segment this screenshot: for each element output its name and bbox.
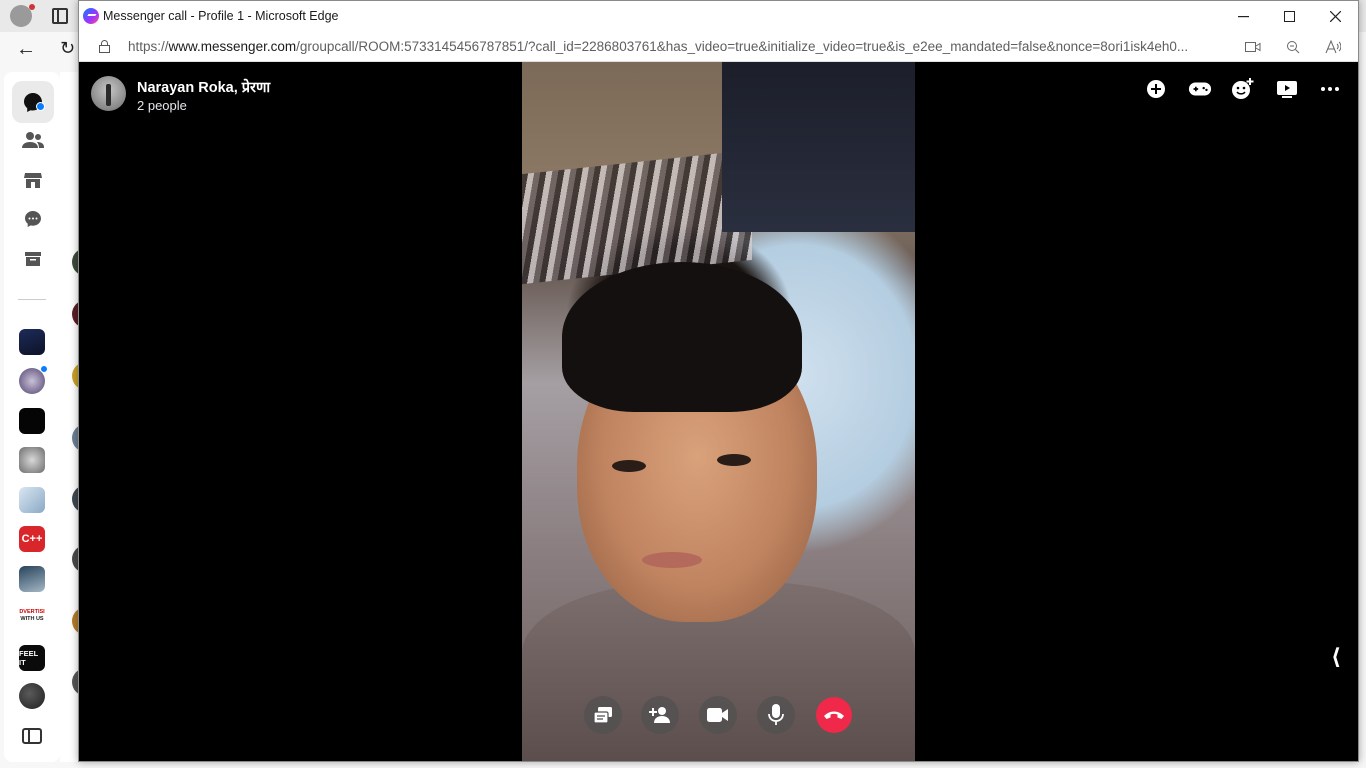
url-host: www.messenger.com	[168, 39, 297, 54]
window-title: Messenger call - Profile 1 - Microsoft E…	[103, 9, 339, 23]
group-avatar[interactable]	[91, 76, 126, 111]
chats-icon[interactable]	[12, 81, 54, 123]
people-icon[interactable]	[21, 128, 45, 152]
call-stage: Narayan Roka, प्रेरणा 2 people ⟨	[79, 62, 1358, 761]
toggle-sidebar-icon[interactable]	[22, 728, 42, 744]
refresh-icon[interactable]: ↻	[60, 38, 75, 59]
chat-8-line1: DVERTISI	[19, 609, 45, 615]
tab-actions-icon[interactable]	[52, 8, 68, 24]
caller-name: Narayan Roka, प्रेरणा	[137, 80, 271, 96]
camera-in-use-icon[interactable]	[1244, 39, 1262, 55]
video-background-dark	[722, 62, 915, 232]
add-effect-icon[interactable]	[1231, 77, 1255, 101]
chat-list-edge	[60, 72, 80, 762]
unread-dot	[36, 102, 45, 111]
back-arrow-icon[interactable]: ←	[16, 38, 36, 61]
url-path: /groupcall/ROOM:5733145456787851/?call_i…	[296, 39, 1189, 54]
chat-9[interactable]: FEEL IT	[19, 645, 45, 671]
expand-panel-icon[interactable]: ⟨	[1331, 644, 1341, 670]
camera-button[interactable]	[699, 696, 737, 734]
add-icon[interactable]	[1144, 77, 1168, 101]
message-requests-icon[interactable]	[21, 207, 45, 231]
chat-10[interactable]	[19, 683, 45, 709]
watch-together-icon[interactable]	[1275, 77, 1299, 101]
lock-icon[interactable]	[99, 40, 110, 53]
maximize-button[interactable]	[1266, 1, 1312, 32]
game-icon[interactable]	[1188, 77, 1212, 101]
sidebar-divider	[18, 299, 46, 300]
chat-6[interactable]: C++	[19, 526, 45, 552]
more-options-icon[interactable]	[1318, 77, 1342, 101]
video-person-mouth	[642, 552, 702, 568]
chat-8[interactable]: DVERTISI WITH US	[19, 605, 45, 631]
participant-count: 2 people	[137, 98, 187, 113]
video-person-eye	[612, 460, 646, 472]
url-text[interactable]: https://www.messenger.com/groupcall/ROOM…	[128, 39, 1228, 54]
archive-icon[interactable]	[21, 247, 45, 271]
share-screen-button[interactable]	[584, 696, 622, 734]
zoom-icon[interactable]	[1284, 39, 1302, 55]
chat-1[interactable]	[19, 329, 45, 355]
chat-2-unread-dot	[40, 365, 48, 373]
remote-video	[522, 62, 915, 761]
url-scheme: https://	[128, 39, 169, 54]
minimize-button[interactable]	[1220, 1, 1266, 32]
chat-3[interactable]	[19, 408, 45, 434]
close-button[interactable]	[1312, 1, 1358, 32]
video-person-hair	[562, 262, 802, 412]
profile-notification-dot	[29, 4, 35, 10]
call-window: Messenger call - Profile 1 - Microsoft E…	[78, 0, 1359, 762]
end-call-button[interactable]	[816, 697, 852, 733]
add-person-button[interactable]	[641, 696, 679, 734]
address-bar[interactable]: https://www.messenger.com/groupcall/ROOM…	[79, 32, 1358, 62]
chat-7[interactable]	[19, 566, 45, 592]
messenger-sidebar: C++ DVERTISI WITH US FEEL IT	[4, 72, 60, 762]
microphone-button[interactable]	[757, 696, 795, 734]
marketplace-icon[interactable]	[21, 168, 45, 192]
chat-4[interactable]	[19, 447, 45, 473]
read-aloud-icon[interactable]	[1324, 39, 1342, 55]
video-person-eye	[717, 454, 751, 466]
chat-5[interactable]	[19, 487, 45, 513]
video-background-fabric	[522, 149, 752, 285]
chat-8-line2: WITH US	[20, 616, 44, 622]
messenger-favicon	[83, 8, 99, 24]
window-title-bar: Messenger call - Profile 1 - Microsoft E…	[79, 1, 1358, 32]
